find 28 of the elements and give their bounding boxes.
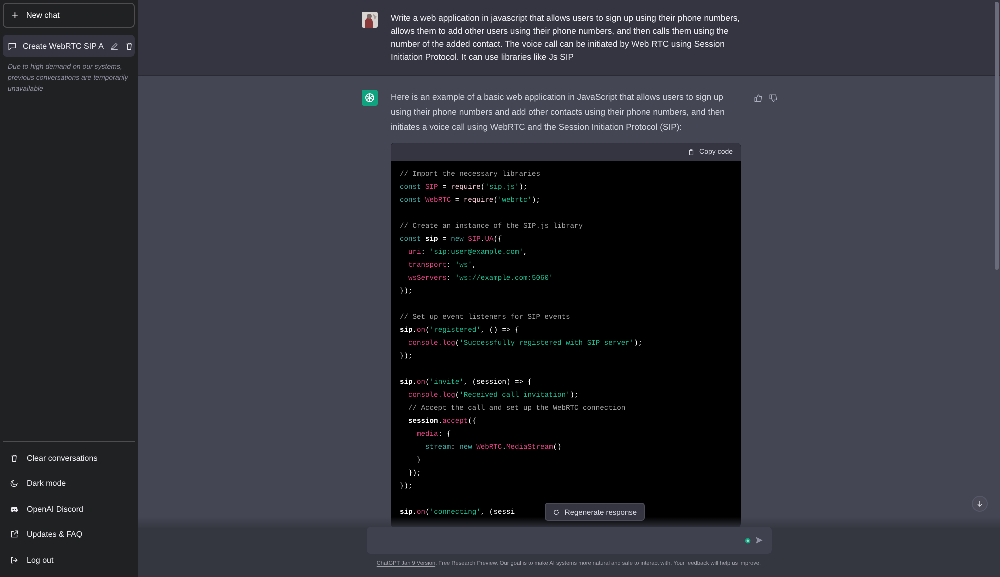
chat-bubble-icon (8, 42, 17, 50)
refresh-icon (552, 508, 560, 516)
thumbs-down-icon[interactable] (769, 94, 778, 103)
status-dot-icon (744, 538, 750, 544)
assistant-message: Here is an example of a basic web application in JavaScript that allows users to sign up using their phone numbers and add other contacts using their phone numbers, and then initiates a voice call using WebRTC and the Session Initiation Protocol (SIP): (391, 91, 726, 134)
trash-icon (10, 454, 19, 463)
new-chat-button[interactable]: + New chat (3, 3, 135, 28)
thumbs-up-icon[interactable] (754, 94, 763, 103)
user-message: Write a web application in javascript that allows users to sign up using their phone numbers, allows them to add other users using their phone numbers, and then calls them using the number of the added contact. The voice call can be initiated by Web RTC using Session Initiation Protocol. It can use libraries like Js SIP (391, 12, 741, 64)
menu-item[interactable]: Log out (3, 548, 135, 573)
clipboard-icon (688, 148, 695, 156)
discord-icon (10, 504, 19, 514)
message-input[interactable] (366, 527, 772, 554)
menu-item[interactable]: Updates & FAQ (3, 522, 135, 548)
menu-item[interactable]: OpenAI Discord (3, 496, 135, 522)
user-avatar (362, 12, 378, 28)
scrollbar[interactable] (995, 2, 999, 270)
arrow-down-icon (976, 500, 984, 508)
trash-icon[interactable] (124, 42, 134, 50)
moon-icon (10, 479, 19, 488)
menu-item[interactable]: Clear conversations (3, 446, 135, 471)
send-icon[interactable] (754, 536, 764, 545)
assistant-avatar (362, 90, 378, 106)
edit-icon[interactable] (110, 42, 119, 50)
logout-icon (10, 556, 19, 565)
conversation-item[interactable]: Create WebRTC SIP A (3, 35, 135, 57)
menu-item[interactable]: Dark mode (3, 471, 135, 496)
external-icon (10, 530, 19, 540)
